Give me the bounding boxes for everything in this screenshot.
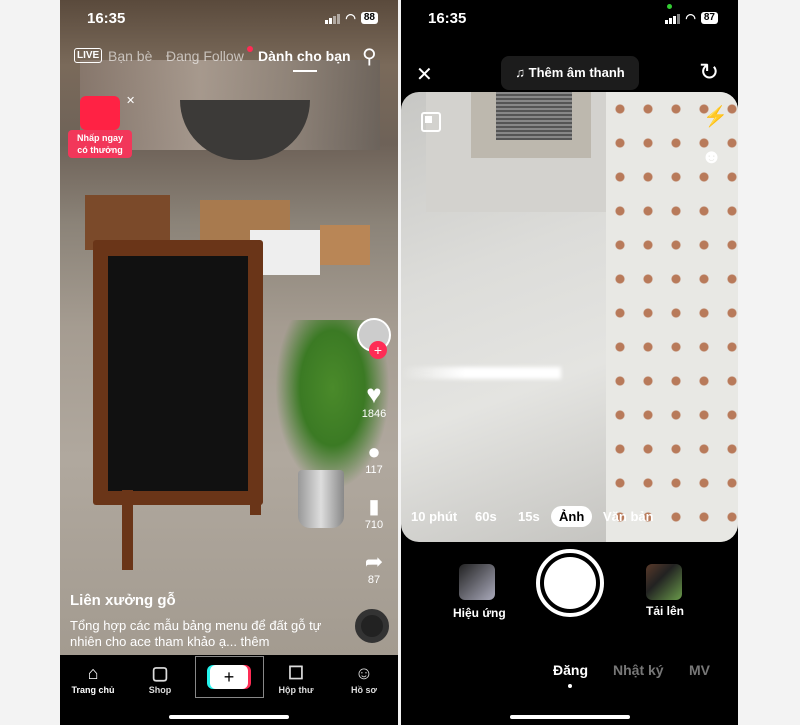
mode-10min[interactable]: 10 phút bbox=[411, 509, 457, 524]
tab-mv[interactable]: MV bbox=[689, 662, 710, 678]
share-count: 87 bbox=[367, 574, 381, 586]
music-disc-icon[interactable] bbox=[355, 609, 389, 643]
comment-count: 117 bbox=[365, 464, 383, 476]
live-button[interactable]: LIVE bbox=[74, 48, 103, 63]
battery-indicator: 88 bbox=[360, 12, 378, 24]
home-indicator bbox=[169, 715, 289, 719]
camera-viewfinder[interactable]: ⚡ ☻ bbox=[401, 92, 738, 542]
creator-avatar[interactable]: + bbox=[356, 318, 392, 359]
video-pot bbox=[298, 470, 344, 528]
caption-username[interactable]: Liên xưởng gỗ bbox=[70, 592, 340, 609]
video-tarp bbox=[180, 100, 310, 160]
nav-home-label: Trang chủ bbox=[71, 685, 115, 695]
tab-post[interactable]: Đăng bbox=[553, 662, 588, 678]
follow-plus-icon[interactable]: + bbox=[369, 341, 387, 359]
shutter-button[interactable] bbox=[536, 549, 604, 617]
status-bar: 16:35 ◠ 87 bbox=[401, 4, 738, 30]
flip-camera-icon[interactable]: ↻ bbox=[699, 58, 719, 87]
tab-diary[interactable]: Nhật ký bbox=[613, 662, 664, 678]
close-icon[interactable]: ✕ bbox=[126, 94, 135, 107]
nav-profile-label: Hồ sơ bbox=[351, 685, 377, 695]
nav-shop-label: Shop bbox=[148, 685, 172, 695]
caption-text[interactable]: Tổng hợp các mẫu bảng menu để đất gỗ tự … bbox=[70, 618, 340, 650]
tab-friends[interactable]: Bạn bè bbox=[108, 48, 152, 64]
person-icon: ☺ bbox=[354, 663, 374, 683]
search-icon[interactable]: ⚲ bbox=[362, 44, 377, 69]
video-chalkboard-leg bbox=[122, 490, 133, 570]
promo-line1: Nhấp ngay bbox=[76, 133, 123, 143]
signal-icon bbox=[665, 13, 681, 24]
add-sound-label: Thêm âm thanh bbox=[528, 65, 625, 80]
home-indicator bbox=[509, 715, 630, 719]
nav-profile[interactable]: ☺ Hồ sơ bbox=[334, 661, 394, 695]
battery-indicator: 87 bbox=[700, 12, 718, 24]
close-icon[interactable]: ✕ bbox=[416, 62, 433, 87]
video-caption: Liên xưởng gỗ Tổng hợp các mẫu bảng menu… bbox=[70, 592, 340, 650]
upload-label[interactable]: Tải lên bbox=[646, 604, 684, 618]
feed-tabs: LIVE Bạn bè Đang Follow Dành cho bạn ⚲ bbox=[60, 44, 398, 72]
save-button[interactable]: ▮ 710 bbox=[356, 495, 392, 531]
nav-inbox-label: Hộp thư bbox=[278, 685, 314, 695]
share-icon: ➦ bbox=[364, 549, 384, 574]
tab-following[interactable]: Đang Follow bbox=[166, 48, 244, 64]
save-count: 710 bbox=[364, 519, 384, 531]
active-tab-dot bbox=[568, 684, 572, 688]
promo-line2: có thưởng bbox=[77, 145, 123, 155]
mode-60s[interactable]: 60s bbox=[475, 509, 497, 524]
aspect-ratio-icon[interactable] bbox=[421, 112, 441, 132]
bookmark-icon: ▮ bbox=[368, 496, 380, 518]
status-bar: 16:35 ◠ 88 bbox=[60, 10, 398, 30]
mic-indicator bbox=[667, 4, 672, 9]
heart-icon: ♥ bbox=[366, 379, 382, 409]
nav-shop[interactable]: ▢ Shop bbox=[130, 661, 190, 695]
add-sound-button[interactable]: ♫ Thêm âm thanh bbox=[501, 56, 639, 90]
effects-thumbnail[interactable] bbox=[459, 564, 495, 600]
tab-for-you[interactable]: Dành cho bạn bbox=[258, 48, 351, 64]
capture-mode-selector: 10 phút 60s 15s Ảnh Văn bản bbox=[401, 506, 738, 528]
create-button[interactable]: + bbox=[195, 656, 264, 698]
status-time: 16:35 bbox=[428, 10, 467, 27]
like-count: 1846 bbox=[361, 408, 387, 420]
gift-icon bbox=[80, 96, 120, 130]
status-time: 16:35 bbox=[87, 10, 126, 27]
mode-photo[interactable]: Ảnh bbox=[551, 506, 593, 527]
active-tab-indicator bbox=[293, 70, 317, 72]
viewfinder-light bbox=[401, 367, 561, 379]
mode-15s[interactable]: 15s bbox=[518, 509, 540, 524]
wifi-icon: ◠ bbox=[345, 11, 356, 25]
video-chalkboard bbox=[93, 240, 263, 505]
viewfinder-ac-unit bbox=[471, 92, 591, 158]
plus-icon: + bbox=[210, 665, 248, 689]
inbox-icon: ☐ bbox=[287, 663, 305, 683]
signal-icon bbox=[325, 13, 341, 24]
comment-button[interactable]: ● 117 bbox=[356, 439, 392, 477]
tiktok-camera-screen: 16:35 ◠ 87 ✕ ♫ Thêm âm thanh ↻ ⚡ ☻ 10 ph… bbox=[401, 0, 738, 725]
comment-icon: ● bbox=[367, 439, 381, 464]
shopping-bag-icon: ▢ bbox=[151, 663, 169, 683]
music-note-icon: ♫ bbox=[515, 65, 529, 80]
add-person-icon[interactable]: ☻ bbox=[701, 146, 722, 169]
mode-text[interactable]: Văn bản bbox=[603, 509, 654, 524]
upload-thumbnail[interactable] bbox=[646, 564, 682, 600]
flash-off-icon[interactable]: ⚡ bbox=[703, 104, 728, 129]
video-chalkboard-leg bbox=[250, 440, 261, 515]
bottom-nav: ⌂ Trang chủ ▢ Shop + ☐ Hộp thư ☺ Hồ sơ bbox=[60, 655, 398, 725]
nav-inbox[interactable]: ☐ Hộp thư bbox=[266, 661, 326, 695]
wifi-icon: ◠ bbox=[685, 11, 696, 25]
video-furniture bbox=[320, 225, 370, 265]
share-button[interactable]: ➦ 87 bbox=[356, 549, 392, 587]
notification-dot bbox=[247, 46, 253, 52]
home-icon: ⌂ bbox=[87, 663, 99, 683]
nav-home[interactable]: ⌂ Trang chủ bbox=[63, 661, 123, 695]
like-button[interactable]: ♥ 1846 bbox=[356, 380, 392, 420]
tiktok-feed-screen: 16:35 ◠ 88 LIVE Bạn bè Đang Follow Dành … bbox=[60, 0, 398, 725]
promo-widget[interactable]: ✕ Nhấp ngay có thưởng bbox=[68, 92, 135, 162]
effects-label[interactable]: Hiệu ứng bbox=[453, 606, 506, 620]
